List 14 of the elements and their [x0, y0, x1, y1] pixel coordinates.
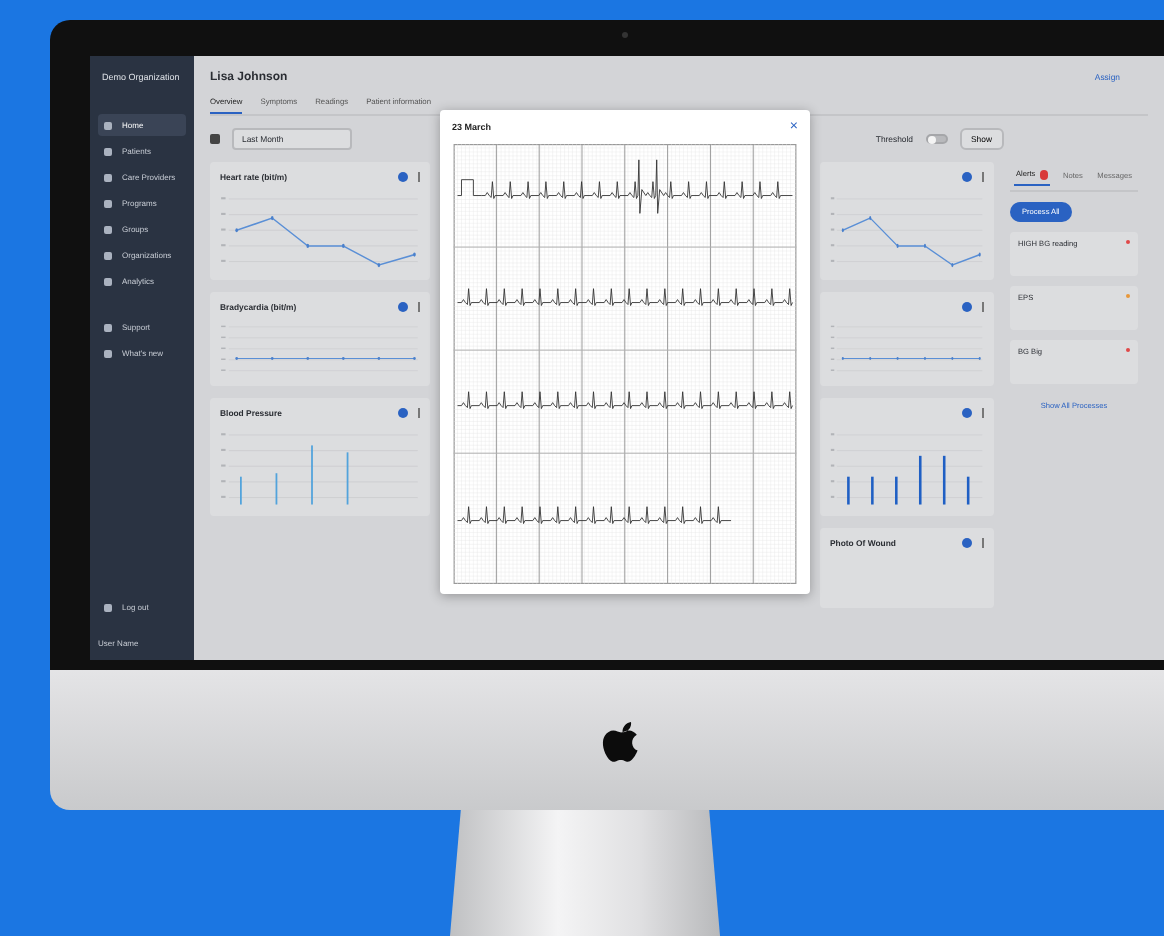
camera-icon [622, 32, 628, 38]
nav-icon [104, 199, 112, 207]
nav-icon [104, 323, 112, 331]
nav-icon [104, 147, 112, 155]
nav-icon [104, 251, 112, 259]
grid-view-icon[interactable] [210, 134, 220, 144]
logout-icon [104, 603, 112, 611]
nav-icon [104, 349, 112, 357]
nav-icon [104, 121, 112, 129]
threshold-toggle[interactable] [925, 134, 948, 144]
nav-icon [104, 173, 112, 181]
notification-badge [1039, 170, 1049, 179]
nav-icon [104, 277, 112, 285]
nav-icon [104, 225, 112, 233]
